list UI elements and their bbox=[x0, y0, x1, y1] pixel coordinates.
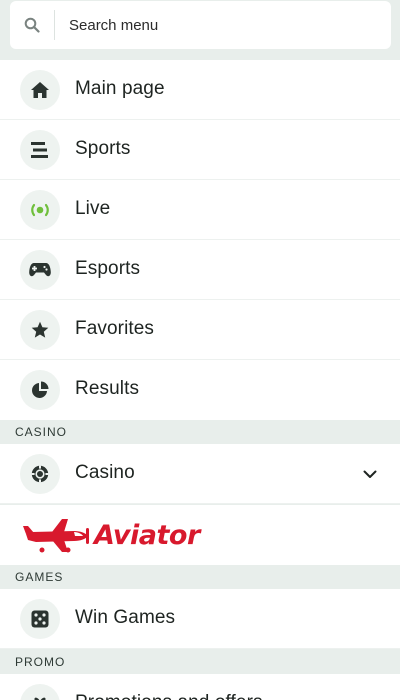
search-box[interactable] bbox=[10, 1, 391, 49]
menu-item-label: Favorites bbox=[75, 318, 155, 339]
list-icon bbox=[20, 130, 60, 170]
home-icon bbox=[20, 70, 60, 110]
gamepad-icon bbox=[20, 250, 60, 290]
menu-item-casino[interactable]: Casino bbox=[0, 444, 400, 504]
airplane-icon bbox=[22, 516, 92, 561]
pie-chart-icon bbox=[20, 370, 60, 410]
star-icon bbox=[20, 310, 60, 350]
live-icon bbox=[20, 190, 60, 230]
menu-item-sports[interactable]: Sports bbox=[0, 120, 400, 180]
menu-item-favorites[interactable]: Favorites bbox=[0, 300, 400, 360]
menu-item-promotions[interactable]: Promotions and offers bbox=[0, 674, 400, 700]
menu-item-win-games[interactable]: Win Games bbox=[0, 589, 400, 649]
search-area bbox=[0, 0, 400, 60]
menu-item-results[interactable]: Results bbox=[0, 360, 400, 420]
aviator-logo-text: Aviator bbox=[94, 520, 200, 551]
section-label: PROMO bbox=[15, 655, 66, 669]
dice-icon bbox=[20, 599, 60, 639]
aviator-banner[interactable]: Aviator bbox=[0, 505, 400, 565]
menu-item-label: Sports bbox=[75, 138, 131, 159]
chip-icon bbox=[20, 454, 60, 494]
section-label: GAMES bbox=[15, 570, 64, 584]
menu-item-label: Main page bbox=[75, 78, 165, 99]
menu-item-main-page[interactable]: Main page bbox=[0, 60, 400, 120]
search-input[interactable] bbox=[55, 5, 355, 45]
menu-item-live[interactable]: Live bbox=[0, 180, 400, 240]
section-header-promo: PROMO bbox=[0, 650, 400, 674]
menu-item-label: Live bbox=[75, 198, 111, 219]
section-label: CASINO bbox=[15, 425, 68, 439]
menu-item-esports[interactable]: Esports bbox=[0, 240, 400, 300]
section-header-games: GAMES bbox=[0, 565, 400, 589]
menu-item-label: Results bbox=[75, 378, 140, 399]
menu-item-label: Esports bbox=[75, 258, 141, 279]
section-header-casino: CASINO bbox=[0, 420, 400, 444]
menu-item-label: Promotions and offers bbox=[75, 692, 263, 700]
search-icon[interactable] bbox=[10, 1, 54, 49]
menu-item-label: Casino bbox=[75, 462, 135, 483]
chevron-down-icon[interactable] bbox=[362, 466, 378, 482]
menu-item-label: Win Games bbox=[75, 607, 176, 628]
gift-icon bbox=[20, 684, 60, 700]
